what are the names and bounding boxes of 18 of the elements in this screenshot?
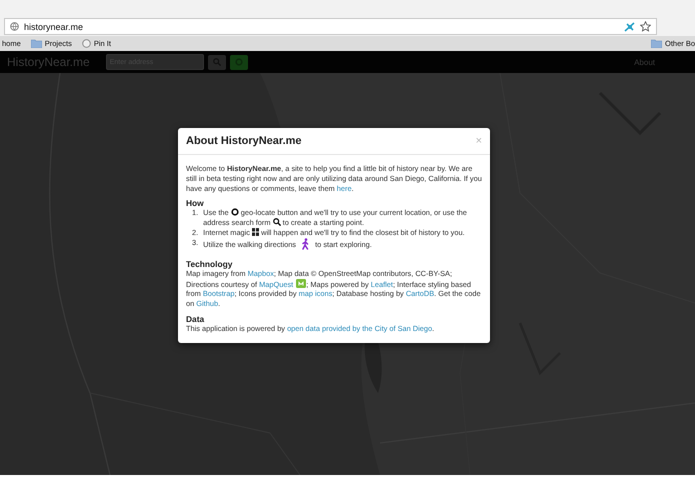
- mapquest-icon: [296, 278, 306, 288]
- locate-icon: [230, 208, 239, 216]
- section-heading: How: [186, 198, 205, 208]
- folder-icon: [650, 39, 662, 48]
- locate-button[interactable]: [230, 54, 248, 70]
- star-icon[interactable]: [640, 21, 651, 32]
- dialog-title: About HistoryNear.me: [186, 134, 302, 149]
- globe-icon: [82, 39, 91, 48]
- grid-icon: [252, 228, 260, 236]
- section-heading: Data: [186, 314, 206, 324]
- folder-icon: [30, 39, 42, 48]
- extension-icon[interactable]: [624, 22, 635, 32]
- section-heading: Technology: [186, 258, 234, 269]
- address-bar[interactable]: historynear.me: [4, 18, 657, 35]
- globe-icon: [10, 22, 19, 31]
- search-icon: [272, 218, 281, 226]
- walker-icon: [301, 238, 310, 250]
- url-text: historynear.me: [24, 22, 84, 32]
